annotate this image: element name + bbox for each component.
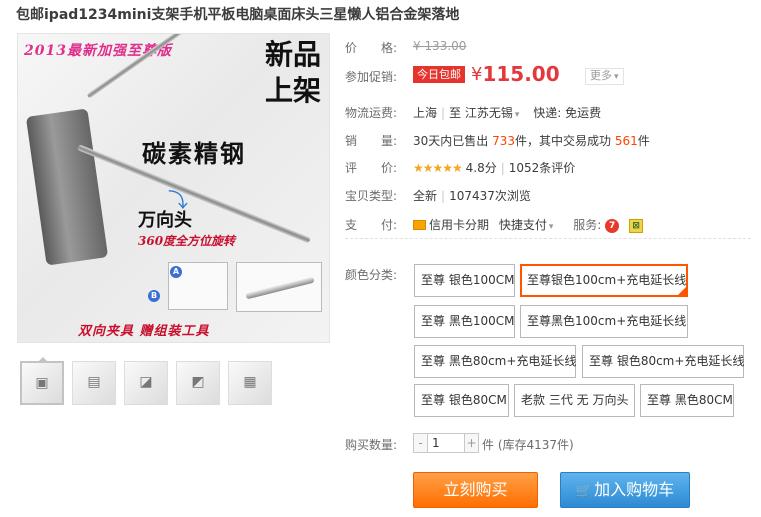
shipping-value: 上海 | 至 江苏无锡 ▾ 快递: 免运费 xyxy=(413,106,602,120)
image-carbon-text: 碳素精钢 xyxy=(142,139,246,168)
image-bottom-text: 双向夹具 赠组装工具 xyxy=(78,324,210,339)
shipping-to-prefix: 至 xyxy=(449,106,462,120)
image-universal-text: 万向头 xyxy=(138,210,192,231)
rating-score: 4.8分 xyxy=(465,161,497,175)
thumbnail-1[interactable]: ▣ xyxy=(20,357,64,405)
image-new-text-1: 新品 xyxy=(264,38,321,71)
condition-value: 全新 | 107437次浏览 xyxy=(413,189,531,203)
sales-sold-count: 733 xyxy=(492,134,516,148)
original-price: ¥ 133.00 xyxy=(413,39,467,53)
product-main-image[interactable]: 2013最新加强至尊版 新品 上架 碳素精钢 ⤵ 万向头 360度全方位旋转 A… xyxy=(17,33,330,343)
rating-label: 评 价: xyxy=(345,161,398,175)
thumbnail-4[interactable]: ◩ xyxy=(176,361,220,405)
promo-label: 参加促销: xyxy=(345,70,398,84)
promo-badge: 今日包邮 xyxy=(413,65,465,83)
sku-option-9[interactable]: 至尊 黑色80CM xyxy=(640,384,734,417)
add-to-cart-button[interactable]: 🛒 加入购物车 xyxy=(560,472,690,508)
buy-now-button[interactable]: 立刻购买 xyxy=(413,472,538,508)
shipping-express: 快递: 免运费 xyxy=(533,106,602,120)
thumbnail-5[interactable]: ▦ xyxy=(228,361,272,405)
condition-text: 全新 xyxy=(413,189,438,203)
condition-label: 宝贝类型: xyxy=(345,189,398,203)
thumbnail-2[interactable]: ▤ xyxy=(72,361,116,405)
more-label: 更多 xyxy=(590,69,612,82)
sku-option-1[interactable]: 至尊 银色100CM xyxy=(414,264,515,297)
image-new-text-2: 上架 xyxy=(264,74,321,107)
promo-price: 115.00 xyxy=(482,62,560,86)
quantity-increase-button[interactable]: + xyxy=(464,434,478,452)
sku-option-6[interactable]: 至尊 银色80cm+充电延长线 xyxy=(582,345,744,378)
sales-label: 销 量: xyxy=(345,134,398,148)
more-promos-button[interactable]: 更多 ▾ xyxy=(585,68,624,85)
color-category-label: 颜色分类: xyxy=(345,268,398,282)
promo-price-row: 今日包邮 ¥115.00 xyxy=(413,62,560,86)
image-rotate-text: 360度全方位旋转 xyxy=(138,234,236,248)
shipping-label: 物流运费: xyxy=(345,106,398,120)
sales-text-2: 件，其中交易成功 xyxy=(515,134,612,148)
add-to-cart-label: 加入购物车 xyxy=(594,480,675,499)
quantity-input[interactable] xyxy=(429,434,463,452)
chevron-down-icon: ▾ xyxy=(614,72,619,82)
label-a-badge: A xyxy=(170,266,182,278)
sku-option-5[interactable]: 至尊 黑色80cm+充电延长线 xyxy=(414,345,576,378)
shipping-destination: 江苏无锡 xyxy=(464,106,513,120)
chevron-down-icon: ▾ xyxy=(514,110,520,120)
quick-pay-select[interactable]: 快捷支付 ▾ xyxy=(499,218,554,232)
payment-label: 支 付: xyxy=(345,218,398,232)
rating-stars-icon: ★★★★★ xyxy=(413,161,463,175)
quantity-decrease-button[interactable]: - xyxy=(414,434,428,452)
sku-option-8[interactable]: 老款 三代 无 万向头 xyxy=(514,384,635,417)
price-label: 价 格: xyxy=(345,41,398,55)
quantity-label: 购买数量: xyxy=(345,438,398,452)
selected-check-icon xyxy=(677,286,687,296)
quick-pay-text: 快捷支付 xyxy=(498,218,547,232)
stock-info: 件 (库存4137件) xyxy=(482,438,574,452)
credit-card-icon xyxy=(413,220,426,230)
view-count: 107437次浏览 xyxy=(449,189,531,203)
currency-symbol: ¥ xyxy=(471,63,483,85)
sku-option-2-label: 至尊银色100cm+充电延长线 xyxy=(527,273,687,287)
guarantee-icon[interactable]: ⊠ xyxy=(629,218,644,233)
quantity-stepper: - + xyxy=(413,433,479,453)
sales-text-1: 30天内已售出 xyxy=(413,134,489,148)
sales-value: 30天内已售出 733件，其中交易成功 561件 xyxy=(413,132,650,149)
shipping-from: 上海 xyxy=(413,106,438,120)
sales-success-count: 561 xyxy=(614,134,638,148)
credit-installment-link[interactable]: 信用卡分期 xyxy=(429,218,489,232)
tool-illustration xyxy=(236,262,322,312)
sku-option-3[interactable]: 至尊 黑色100CM xyxy=(414,305,515,338)
label-b-badge: B xyxy=(148,290,160,302)
seven-day-return-icon[interactable]: 7 xyxy=(605,218,620,233)
sku-option-4[interactable]: 至尊黑色100cm+充电延长线 xyxy=(520,305,688,338)
service-label: 服务: xyxy=(573,218,602,232)
rating-value: ★★★★★ 4.8分 | 1052条评价 xyxy=(413,161,576,175)
sku-option-2-selected[interactable]: 至尊银色100cm+充电延长线 xyxy=(520,264,688,297)
payment-value: 信用卡分期 快捷支付 ▾ 服务: 7 ⊠ xyxy=(413,216,644,233)
sku-option-7[interactable]: 至尊 银色80CM xyxy=(414,384,509,417)
tablet-illustration xyxy=(25,108,109,266)
review-count-link[interactable]: 1052条评价 xyxy=(509,161,576,175)
thumbnail-3[interactable]: ◪ xyxy=(124,361,168,405)
chevron-down-icon: ▾ xyxy=(548,222,554,232)
section-divider xyxy=(345,238,751,239)
cart-icon: 🛒 xyxy=(575,484,593,499)
buy-now-label: 立刻购买 xyxy=(443,480,508,499)
product-title: 包邮ipad1234mini支架手机平板电脑桌面床头三星懒人铝合金架落地 xyxy=(16,7,460,23)
shipping-destination-select[interactable]: 江苏无锡 ▾ xyxy=(465,106,520,120)
sales-text-3: 件 xyxy=(637,134,650,148)
